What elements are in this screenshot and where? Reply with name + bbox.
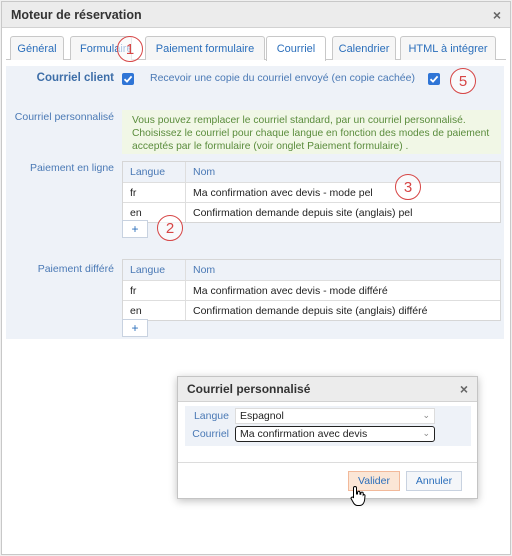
- cell-nom: Ma confirmation avec devis - mode pel: [193, 186, 373, 199]
- courriel-label: Courriel: [192, 428, 229, 440]
- table-row[interactable]: fr Ma confirmation avec devis - mode dif…: [123, 280, 500, 300]
- tab-bar: Général Formulaire Paiement formulaire C…: [6, 34, 506, 61]
- langue-select-value: Espagnol: [240, 410, 284, 422]
- courriel-panel: Courriel client Recevoir une copie du co…: [6, 66, 504, 339]
- courriel-personnalise-label: Courriel personnalisé: [14, 111, 114, 123]
- add-paiement-en-ligne-button[interactable]: +: [122, 220, 148, 238]
- annuler-button[interactable]: Annuler: [406, 471, 462, 491]
- courriel-select-value: Ma confirmation avec devis: [240, 428, 368, 440]
- add-paiement-differe-button[interactable]: +: [122, 319, 148, 337]
- chevron-down-icon: ⌄: [422, 428, 430, 438]
- column-header-langue: Langue: [123, 162, 186, 182]
- paiement-differe-label: Paiement différé: [37, 263, 114, 275]
- dialog-form: Langue Espagnol ⌄ Courriel Ma confirmati…: [185, 406, 471, 446]
- window-titlebar: Moteur de réservation ×: [2, 2, 510, 28]
- close-icon[interactable]: ×: [493, 8, 501, 22]
- tab-calendrier[interactable]: Calendrier: [332, 36, 396, 60]
- column-header-langue: Langue: [123, 260, 186, 280]
- cell-langue: fr: [123, 183, 186, 202]
- langue-label: Langue: [193, 410, 229, 422]
- annotation-badge-5: 5: [450, 68, 476, 94]
- cell-nom: Confirmation demande depuis site (anglai…: [193, 206, 413, 219]
- table-header: Langue Nom: [123, 260, 500, 280]
- paiement-differe-table: Langue Nom fr Ma confirmation avec devis…: [122, 259, 501, 321]
- column-header-nom: Nom: [193, 264, 216, 276]
- copie-cachee-label: Recevoir une copie du courriel envoyé (e…: [150, 72, 415, 84]
- annotation-badge-2: 2: [157, 215, 183, 241]
- dialog-footer: Valider Annuler: [178, 462, 477, 498]
- courriel-select[interactable]: Ma confirmation avec devis ⌄: [235, 426, 435, 442]
- chevron-down-icon: ⌄: [422, 410, 430, 420]
- table-row[interactable]: en Confirmation demande depuis site (ang…: [123, 300, 500, 320]
- info-message: Vous pouvez remplacer le courriel standa…: [122, 110, 501, 154]
- window-title: Moteur de réservation: [11, 7, 142, 22]
- cell-nom: Ma confirmation avec devis - mode différ…: [193, 284, 388, 297]
- copie-cachee-checkbox[interactable]: [428, 73, 440, 85]
- dialog-titlebar: Courriel personnalisé ×: [178, 377, 477, 402]
- table-row[interactable]: fr Ma confirmation avec devis - mode pel: [123, 182, 500, 202]
- cell-langue: fr: [123, 281, 186, 300]
- table-header: Langue Nom: [123, 162, 500, 182]
- paiement-en-ligne-table: Langue Nom fr Ma confirmation avec devis…: [122, 161, 501, 223]
- annotation-badge-3: 3: [395, 174, 421, 200]
- close-icon[interactable]: ×: [460, 382, 468, 396]
- hand-cursor-icon: [350, 485, 366, 506]
- courriel-client-label: Courriel client: [36, 72, 114, 84]
- checkmark-icon: [123, 75, 133, 83]
- langue-select[interactable]: Espagnol ⌄: [235, 408, 435, 424]
- checkmark-icon: [429, 75, 439, 83]
- courriel-client-checkbox[interactable]: [122, 73, 134, 85]
- tab-general[interactable]: Général: [10, 36, 64, 60]
- tab-paiement-formulaire[interactable]: Paiement formulaire: [145, 36, 265, 60]
- annotation-badge-1: 1: [117, 36, 143, 62]
- column-header-nom: Nom: [193, 166, 216, 178]
- courriel-personnalise-dialog: Courriel personnalisé × Langue Espagnol …: [177, 376, 478, 499]
- cell-langue: en: [123, 301, 186, 320]
- tab-courriel[interactable]: Courriel: [266, 36, 326, 61]
- cell-nom: Confirmation demande depuis site (anglai…: [193, 304, 428, 317]
- paiement-en-ligne-label: Paiement en ligne: [29, 162, 114, 174]
- dialog-title: Courriel personnalisé: [187, 382, 311, 396]
- tab-html-integrer[interactable]: HTML à intégrer: [400, 36, 496, 60]
